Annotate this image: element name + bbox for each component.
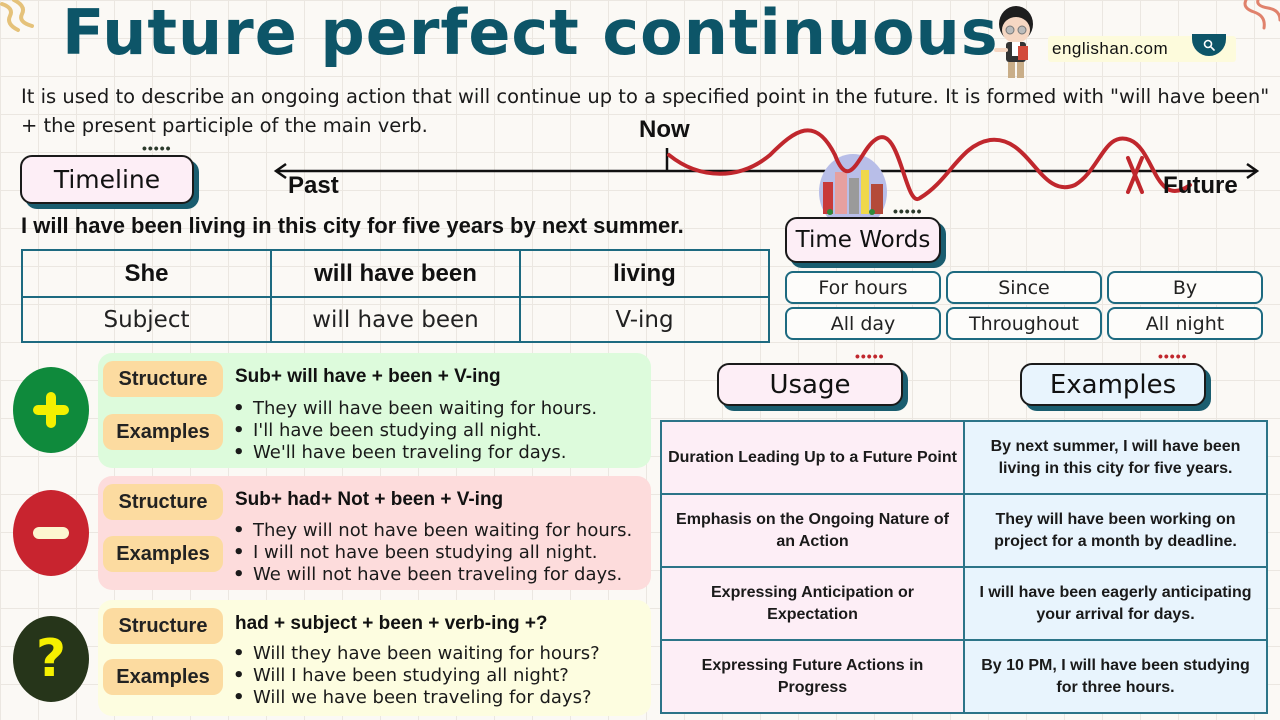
- search-button[interactable]: [1192, 34, 1226, 56]
- interrogative-icon-badge: ?: [13, 616, 89, 702]
- page-title: Future perfect continuous: [62, 0, 999, 69]
- decorative-dots: •••••: [893, 203, 923, 219]
- teacher-mascot-icon: [994, 6, 1033, 78]
- table-cell: will have been: [270, 296, 521, 343]
- plus-icon: [33, 392, 69, 428]
- decorative-squiggle-icon: [1243, 0, 1280, 30]
- structure-formula: had + subject + been + verb-ing +?: [235, 613, 548, 634]
- list-item: I'll have been studying all night.: [233, 420, 597, 442]
- list-item: We will not have been traveling for days…: [233, 564, 632, 586]
- decorative-dots: •••••: [142, 140, 172, 156]
- time-word-chip: For hours: [785, 271, 941, 304]
- table-row: Expressing Future Actions in Progress By…: [660, 639, 1268, 714]
- time-words-label: Time Words: [785, 217, 941, 263]
- time-word-chip: Since: [946, 271, 1102, 304]
- example-cell: I will have been eagerly anticipating yo…: [963, 566, 1268, 641]
- table-row: She will have been living: [21, 249, 770, 298]
- table-row: Subject will have been V-ing: [21, 296, 770, 343]
- example-cell: They will have been working on project f…: [963, 493, 1268, 568]
- time-word-chip: All night: [1107, 307, 1263, 340]
- affirmative-icon-badge: [13, 367, 89, 453]
- time-word-chip: All day: [785, 307, 941, 340]
- minus-icon: [33, 527, 69, 539]
- end-marker-x-icon: [1126, 156, 1144, 194]
- site-url[interactable]: englishan.com: [1052, 39, 1168, 59]
- list-item: Will I have been studying all night?: [233, 665, 600, 687]
- usage-cell: Expressing Future Actions in Progress: [660, 639, 965, 714]
- list-item: I will not have been studying all night.: [233, 542, 632, 564]
- usage-label: Usage: [717, 363, 903, 406]
- city-illustration-icon: [819, 154, 887, 220]
- examples-tag: Examples: [103, 414, 223, 450]
- table-cell: Subject: [21, 296, 272, 343]
- time-word-chip: Throughout: [946, 307, 1102, 340]
- example-list: Will they have been waiting for hours? W…: [233, 643, 600, 709]
- usage-table: Duration Leading Up to a Future Point By…: [660, 420, 1268, 714]
- table-row: Emphasis on the Ongoing Nature of an Act…: [660, 493, 1268, 568]
- sentence-breakdown-table: She will have been living Subject will h…: [21, 249, 770, 343]
- time-words-grid: For hours Since By All day Throughout Al…: [785, 271, 1265, 340]
- structure-tag: Structure: [103, 608, 223, 644]
- decorative-dots: •••••: [855, 348, 885, 364]
- examples-label: Examples: [1020, 363, 1206, 406]
- usage-cell: Duration Leading Up to a Future Point: [660, 420, 965, 495]
- usage-cell: Expressing Anticipation or Expectation: [660, 566, 965, 641]
- future-label: Future: [1163, 172, 1238, 199]
- table-row: Expressing Anticipation or Expectation I…: [660, 566, 1268, 641]
- list-item: Will we have been traveling for days?: [233, 687, 600, 709]
- list-item: Will they have been waiting for hours?: [233, 643, 600, 665]
- site-badge[interactable]: englishan.com: [1048, 34, 1236, 62]
- decorative-squiggle-icon: [0, 0, 34, 32]
- example-cell: By next summer, I will have been living …: [963, 420, 1268, 495]
- continuous-action-wave: [667, 128, 1192, 201]
- decorative-dots: •••••: [1158, 348, 1188, 364]
- example-list: They will have been waiting for hours. I…: [233, 398, 597, 464]
- table-cell: will have been: [270, 249, 521, 298]
- table-cell: living: [519, 249, 770, 298]
- structure-formula: Sub+ will have + been + V-ing: [235, 366, 501, 387]
- time-word-chip: By: [1107, 271, 1263, 304]
- example-sentence: I will have been living in this city for…: [21, 213, 684, 238]
- structure-formula: Sub+ had+ Not + been + V-ing: [235, 489, 504, 510]
- timeline-label: Timeline: [20, 155, 194, 204]
- examples-tag: Examples: [103, 659, 223, 695]
- structure-tag: Structure: [103, 361, 223, 397]
- now-label: Now: [639, 116, 690, 143]
- list-item: They will have been waiting for hours.: [233, 398, 597, 420]
- usage-cell: Emphasis on the Ongoing Nature of an Act…: [660, 493, 965, 568]
- timeline-diagram: [273, 128, 1260, 220]
- examples-tag: Examples: [103, 536, 223, 572]
- table-cell: She: [21, 249, 272, 298]
- example-list: They will not have been waiting for hour…: [233, 520, 632, 586]
- question-icon: ?: [35, 629, 67, 689]
- past-label: Past: [288, 172, 339, 199]
- table-cell: V-ing: [519, 296, 770, 343]
- structure-tag: Structure: [103, 484, 223, 520]
- example-cell: By 10 PM, I will have been studying for …: [963, 639, 1268, 714]
- negative-icon-badge: [13, 490, 89, 576]
- table-row: Duration Leading Up to a Future Point By…: [660, 420, 1268, 495]
- list-item: They will not have been waiting for hour…: [233, 520, 632, 542]
- search-icon: [1203, 39, 1215, 51]
- list-item: We'll have been traveling for days.: [233, 442, 597, 464]
